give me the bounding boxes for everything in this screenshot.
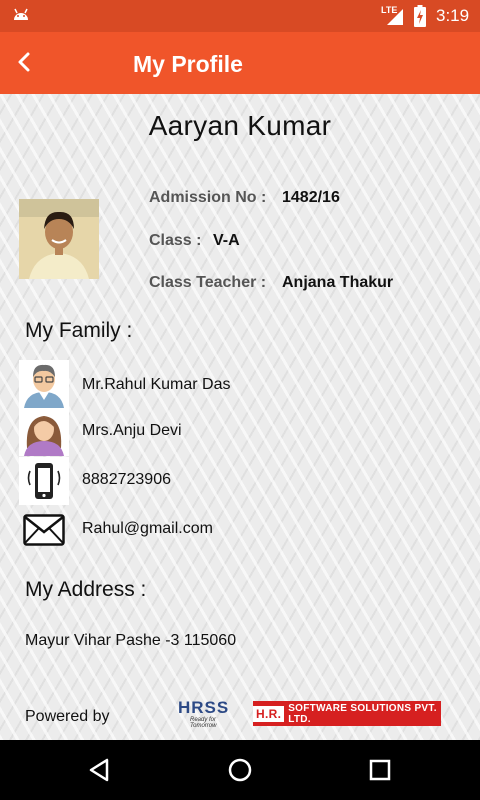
- phone-icon[interactable]: [19, 457, 69, 505]
- address-text: Mayur Vihar Pashe -3 115060: [25, 632, 237, 649]
- nav-recents-icon[interactable]: [365, 755, 395, 785]
- father-avatar-icon: [19, 360, 69, 408]
- status-time: 3:19: [436, 6, 470, 25]
- company-badge: H.R.: [253, 705, 285, 722]
- app-bar: My Profile: [0, 32, 480, 94]
- student-name: Aaryan Kumar: [148, 110, 332, 141]
- mother-name: Mrs.Anju Devi: [82, 422, 182, 439]
- class-label: Class :: [149, 232, 202, 249]
- powered-by-label: Powered by: [25, 708, 110, 725]
- android-icon: [14, 8, 28, 20]
- email-icon[interactable]: [23, 514, 65, 546]
- mother-avatar-icon: [19, 408, 69, 456]
- back-arrow-icon[interactable]: [14, 48, 36, 76]
- phone-number[interactable]: 8882723906: [82, 471, 171, 489]
- email-address[interactable]: Rahul@gmail.com: [82, 520, 213, 538]
- teacher-label: Class Teacher :: [149, 274, 267, 291]
- family-section-title: My Family :: [25, 319, 133, 342]
- lte-signal-icon: [387, 9, 403, 25]
- student-photo: [19, 199, 99, 279]
- admission-value: 1482/16: [282, 189, 340, 206]
- company-logo: H.R. SOFTWARE SOLUTIONS PVT. LTD.: [253, 701, 441, 726]
- battery-icon: [414, 5, 426, 27]
- father-name: Mr.Rahul Kumar Das: [82, 376, 231, 393]
- status-bar: LTE 3:19: [0, 0, 480, 32]
- class-value: V-A: [213, 232, 240, 249]
- system-nav-bar: [0, 740, 480, 800]
- company-name: SOFTWARE SOLUTIONS PVT. LTD.: [288, 702, 437, 725]
- address-section-title: My Address :: [25, 578, 147, 601]
- hrss-tagline: Ready for Tomorrow: [190, 717, 217, 729]
- page-title: My Profile: [133, 51, 243, 77]
- student-photo-image: [19, 199, 99, 279]
- teacher-value: Anjana Thakur: [282, 274, 394, 291]
- hrss-logo: HRSS Ready for Tomorrow: [178, 698, 242, 729]
- nav-back-icon[interactable]: [85, 755, 115, 785]
- hrss-logo-text: HRSS: [178, 698, 230, 717]
- nav-home-icon[interactable]: [225, 755, 255, 785]
- admission-label: Admission No :: [149, 189, 267, 206]
- profile-content: Aaryan Kumar Admission No : 1482/16 Clas…: [0, 94, 480, 740]
